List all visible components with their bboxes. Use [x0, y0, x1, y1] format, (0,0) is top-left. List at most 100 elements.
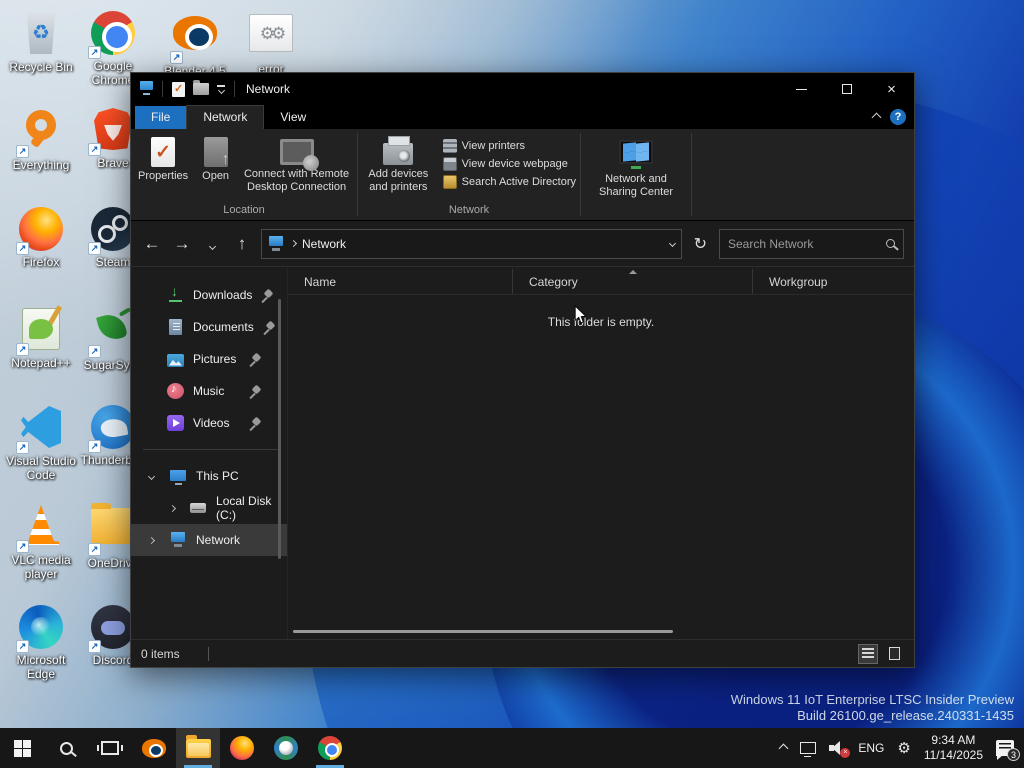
help-icon[interactable]: ?: [890, 109, 906, 125]
ribbon-tab-bar: File Network View ?: [131, 105, 914, 129]
watermark-line2: Build 26100.ge_release.240331-1435: [797, 707, 1014, 723]
desktop-icon-edge[interactable]: Microsoft Edge: [6, 604, 76, 682]
collapse-ribbon-icon[interactable]: [871, 112, 882, 122]
taskbar-globe-browser[interactable]: [264, 728, 308, 768]
desktop-icon-vscode[interactable]: Visual Studio Code: [6, 404, 76, 483]
tab-network[interactable]: Network: [186, 105, 265, 129]
shortcut-arrow-icon: [170, 51, 183, 64]
desktop-icon-notepad-plus-plus[interactable]: Notepad++: [6, 306, 76, 371]
taskbar-blender[interactable]: [132, 728, 176, 768]
column-header-workgroup[interactable]: Workgroup: [753, 269, 914, 294]
address-dropdown-icon[interactable]: [668, 239, 676, 248]
title-bar[interactable]: Network ×: [131, 73, 914, 105]
tab-file[interactable]: File: [135, 106, 187, 129]
printer-icon: [383, 136, 414, 165]
network-sharing-center-button[interactable]: Network and Sharing Center: [583, 135, 689, 201]
desktop-icon-blender[interactable]: Blender 4.5: [160, 10, 230, 79]
network-icon: [170, 532, 187, 548]
tab-view[interactable]: View: [264, 106, 322, 129]
ribbon-group-sharing-center: Network and Sharing Center: [581, 129, 691, 220]
sidebar-item-documents[interactable]: Documents: [131, 311, 287, 343]
up-icon[interactable]: ↑: [231, 234, 253, 254]
file-explorer-window: Network × File Network View ? Propert: [130, 72, 915, 668]
sidebar-item-network[interactable]: Network: [131, 524, 287, 556]
pin-icon: [261, 289, 273, 301]
sort-ascending-icon: [628, 270, 637, 274]
sidebar-item-local-disk-c[interactable]: Local Disk (C:): [131, 492, 287, 524]
qat-new-folder-icon[interactable]: [193, 80, 209, 95]
recycle-bin-icon: [26, 12, 56, 54]
desktop-icon-vlc[interactable]: VLC media player: [6, 502, 76, 582]
back-icon[interactable]: ←: [141, 234, 163, 254]
view-device-webpage-button[interactable]: View device webpage: [439, 155, 580, 173]
view-printers-button[interactable]: View printers: [439, 137, 580, 155]
forward-icon[interactable]: →: [171, 234, 193, 254]
hidden-icons-chevron[interactable]: [778, 743, 789, 753]
expand-chevron-icon[interactable]: [141, 536, 161, 544]
qat-customize-icon[interactable]: [217, 85, 225, 95]
language-indicator[interactable]: ENG: [858, 741, 884, 755]
desktop-icon-firefox[interactable]: Firefox: [6, 206, 76, 270]
properties-button[interactable]: Properties: [131, 135, 195, 185]
taskbar-chrome[interactable]: [308, 728, 352, 768]
horizontal-scrollbar[interactable]: [293, 630, 673, 633]
details-view-button[interactable]: [858, 643, 878, 664]
network-app-icon: [139, 81, 155, 95]
open-button[interactable]: Open: [195, 135, 236, 185]
expand-chevron-icon[interactable]: [141, 472, 161, 480]
sidebar-item-this-pc[interactable]: This PC: [131, 460, 287, 492]
magnifier-icon: [26, 110, 56, 140]
task-view-icon: [97, 741, 123, 755]
shortcut-arrow-icon: [16, 145, 29, 158]
desktop-icon-error[interactable]: error: [236, 10, 306, 77]
start-button[interactable]: [0, 728, 44, 768]
file-list-pane: Name Category Workgroup This folder is e…: [287, 269, 914, 639]
qat-properties-icon[interactable]: [172, 81, 185, 97]
address-bar[interactable]: Network: [261, 228, 682, 259]
sidebar-item-videos[interactable]: Videos: [131, 407, 287, 439]
expand-chevron-icon[interactable]: [163, 504, 181, 512]
maximize-button[interactable]: [824, 73, 869, 105]
clock-date: 11/14/2025: [923, 748, 983, 762]
recent-locations-icon[interactable]: [201, 234, 223, 254]
search-box[interactable]: [719, 228, 904, 259]
ribbon-group-location: Properties Open Connect with Remote Desk…: [131, 129, 357, 220]
action-center-icon[interactable]: 3: [996, 740, 1020, 761]
connect-rdp-button[interactable]: Connect with Remote Desktop Connection: [236, 135, 357, 196]
divider: [234, 81, 235, 97]
shortcut-arrow-icon: [88, 143, 101, 156]
volume-muted-icon[interactable]: ×: [829, 741, 851, 758]
large-icons-view-button[interactable]: [884, 644, 904, 664]
taskbar-firefox[interactable]: [220, 728, 264, 768]
search-input[interactable]: [728, 236, 886, 251]
desktop-icon-everything[interactable]: Everything: [6, 106, 76, 173]
network-breadcrumb-icon: [268, 235, 285, 252]
close-button[interactable]: ×: [869, 73, 914, 105]
add-devices-button[interactable]: Add devices and printers: [358, 135, 439, 196]
blender-icon: [142, 738, 166, 758]
shortcut-arrow-icon: [88, 345, 101, 358]
open-icon: [203, 137, 230, 169]
refresh-icon[interactable]: ↻: [690, 234, 711, 254]
minimize-button[interactable]: [779, 73, 824, 105]
settings-gear-icon[interactable]: ⚙: [897, 739, 910, 757]
taskbar-file-explorer[interactable]: [176, 728, 220, 768]
task-view-button[interactable]: [88, 728, 132, 768]
sidebar-item-pictures[interactable]: Pictures: [131, 343, 287, 375]
column-header-category[interactable]: Category: [513, 269, 753, 294]
search-active-directory-button[interactable]: Search Active Directory: [439, 173, 580, 191]
window-title: Network: [246, 82, 291, 96]
breadcrumb-path[interactable]: Network: [302, 237, 346, 251]
desktop-icon-recycle-bin[interactable]: Recycle Bin: [6, 10, 76, 75]
sidebar-item-downloads[interactable]: Downloads: [131, 279, 287, 311]
globe-browser-icon: [274, 736, 298, 760]
network-tray-icon[interactable]: [800, 742, 817, 757]
sidebar-scrollbar[interactable]: [278, 299, 281, 559]
column-header-name[interactable]: Name: [288, 269, 513, 294]
search-icon[interactable]: [886, 239, 895, 248]
taskbar-clock[interactable]: 9:34 AM 11/14/2025: [924, 733, 983, 763]
taskbar-search-button[interactable]: [44, 728, 88, 768]
shortcut-arrow-icon: [16, 242, 29, 255]
sidebar-divider: [143, 449, 279, 450]
sidebar-item-music[interactable]: Music: [131, 375, 287, 407]
